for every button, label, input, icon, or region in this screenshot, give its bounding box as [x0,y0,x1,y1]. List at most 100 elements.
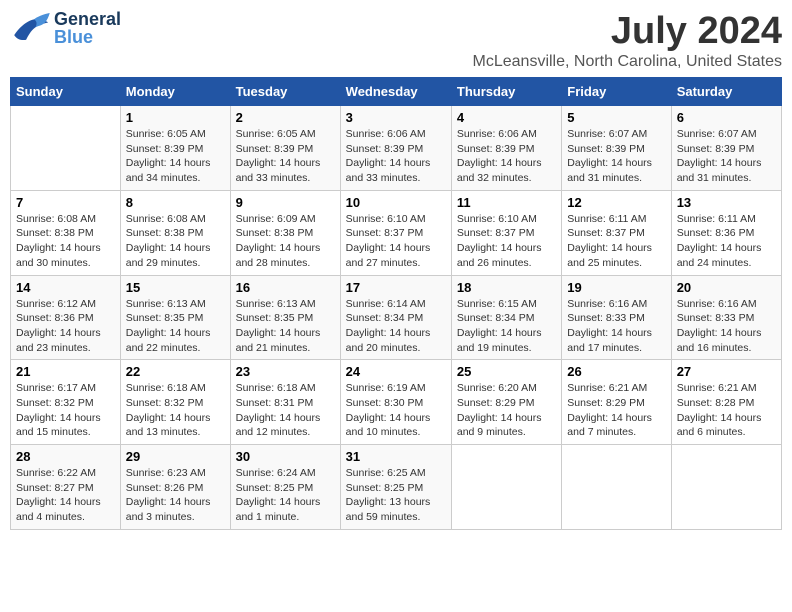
day-number: 12 [567,195,665,210]
calendar-cell: 26 Sunrise: 6:21 AM Sunset: 8:29 PM Dayli… [562,360,671,445]
day-info: Sunrise: 6:10 AM Sunset: 8:37 PM Dayligh… [346,212,446,271]
day-info: Sunrise: 6:16 AM Sunset: 8:33 PM Dayligh… [567,297,665,356]
day-number: 17 [346,280,446,295]
calendar-cell: 16Sunrise: 6:13 AM Sunset: 8:35 PM Dayli… [230,275,340,360]
calendar-cell: 7Sunrise: 6:08 AM Sunset: 8:38 PM Daylig… [11,190,121,275]
calendar-cell: 8 Sunrise: 6:08 AM Sunset: 8:38 PM Daylig… [120,190,230,275]
calendar-cell: 12 Sunrise: 6:11 AM Sunset: 8:37 PM Dayli… [562,190,671,275]
logo-blue-text: Blue [54,28,121,46]
day-number: 13 [677,195,776,210]
calendar-cell: 10Sunrise: 6:10 AM Sunset: 8:37 PM Dayli… [340,190,451,275]
calendar-week-5: 28 Sunrise: 6:22 AM Sunset: 8:27 PM Dayli… [11,445,782,530]
calendar-cell: 2Sunrise: 6:05 AM Sunset: 8:39 PM Daylig… [230,106,340,191]
calendar-cell: 9Sunrise: 6:09 AM Sunset: 8:38 PM Daylig… [230,190,340,275]
day-number: 18 [457,280,556,295]
calendar-table: SundayMondayTuesdayWednesdayThursdayFrid… [10,77,782,530]
day-info: Sunrise: 6:06 AM Sunset: 8:39 PM Dayligh… [346,127,446,186]
day-number: 11 [457,195,556,210]
day-info: Sunrise: 6:17 AM Sunset: 8:32 PM Dayligh… [16,381,115,440]
day-number: 20 [677,280,776,295]
calendar-cell: 19Sunrise: 6:16 AM Sunset: 8:33 PM Dayli… [562,275,671,360]
weekday-header-tuesday: Tuesday [230,78,340,106]
weekday-header-thursday: Thursday [451,78,561,106]
calendar-cell: 13 Sunrise: 6:11 AM Sunset: 8:36 PM Dayli… [671,190,781,275]
calendar-cell: 31 Sunrise: 6:25 AM Sunset: 8:25 PM Dayli… [340,445,451,530]
day-number: 4 [457,110,556,125]
day-number: 14 [16,280,115,295]
day-number: 21 [16,364,115,379]
calendar-cell: 15 Sunrise: 6:13 AM Sunset: 8:35 PM Dayli… [120,275,230,360]
day-info: Sunrise: 6:05 AM Sunset: 8:39 PM Dayligh… [236,127,335,186]
day-number: 26 [567,364,665,379]
day-number: 3 [346,110,446,125]
day-number: 15 [126,280,225,295]
calendar-cell: 28 Sunrise: 6:22 AM Sunset: 8:27 PM Dayli… [11,445,121,530]
weekday-header-wednesday: Wednesday [340,78,451,106]
calendar-cell: 17Sunrise: 6:14 AM Sunset: 8:34 PM Dayli… [340,275,451,360]
calendar-cell: 30 Sunrise: 6:24 AM Sunset: 8:25 PM Dayli… [230,445,340,530]
day-number: 27 [677,364,776,379]
day-info: Sunrise: 6:13 AM Sunset: 8:35 PM Dayligh… [236,297,335,356]
day-info: Sunrise: 6:21 AM Sunset: 8:29 PM Dayligh… [567,381,665,440]
calendar-cell [671,445,781,530]
day-number: 31 [346,449,446,464]
weekday-header-row: SundayMondayTuesdayWednesdayThursdayFrid… [11,78,782,106]
calendar-header: SundayMondayTuesdayWednesdayThursdayFrid… [11,78,782,106]
calendar-cell: 21 Sunrise: 6:17 AM Sunset: 8:32 PM Dayli… [11,360,121,445]
day-info: Sunrise: 6:11 AM Sunset: 8:37 PM Dayligh… [567,212,665,271]
day-info: Sunrise: 6:24 AM Sunset: 8:25 PM Dayligh… [236,466,335,525]
logo-bird-icon [10,13,50,43]
calendar-cell: 24 Sunrise: 6:19 AM Sunset: 8:30 PM Dayli… [340,360,451,445]
calendar-cell: 6Sunrise: 6:07 AM Sunset: 8:39 PM Daylig… [671,106,781,191]
day-number: 8 [126,195,225,210]
calendar-cell: 20 Sunrise: 6:16 AM Sunset: 8:33 PM Dayli… [671,275,781,360]
calendar-cell: 27 Sunrise: 6:21 AM Sunset: 8:28 PM Dayli… [671,360,781,445]
logo: General Blue [10,10,121,46]
calendar-cell [562,445,671,530]
calendar-cell: 4 Sunrise: 6:06 AM Sunset: 8:39 PM Daylig… [451,106,561,191]
logo-general-text: General [54,10,121,28]
calendar-cell: 14Sunrise: 6:12 AM Sunset: 8:36 PM Dayli… [11,275,121,360]
day-number: 30 [236,449,335,464]
weekday-header-monday: Monday [120,78,230,106]
calendar-week-4: 21 Sunrise: 6:17 AM Sunset: 8:32 PM Dayli… [11,360,782,445]
calendar-cell [11,106,121,191]
calendar-week-2: 7 Sunrise: 6:08 AM Sunset: 8:38 PM Daylig… [11,190,782,275]
day-info: Sunrise: 6:23 AM Sunset: 8:26 PM Dayligh… [126,466,225,525]
day-number: 24 [346,364,446,379]
day-info: Sunrise: 6:22 AM Sunset: 8:27 PM Dayligh… [16,466,115,525]
day-info: Sunrise: 6:09 AM Sunset: 8:38 PM Dayligh… [236,212,335,271]
day-number: 25 [457,364,556,379]
title-area: July 2024 McLeansville, North Carolina, … [473,10,782,71]
day-number: 29 [126,449,225,464]
day-info: Sunrise: 6:08 AM Sunset: 8:38 PM Dayligh… [126,212,225,271]
calendar-week-1: 1Sunrise: 6:05 AM Sunset: 8:39 PM Daylig… [11,106,782,191]
logo-text: General Blue [54,10,121,46]
day-info: Sunrise: 6:07 AM Sunset: 8:39 PM Dayligh… [567,127,665,186]
weekday-header-saturday: Saturday [671,78,781,106]
day-number: 5 [567,110,665,125]
calendar-cell [451,445,561,530]
day-info: Sunrise: 6:10 AM Sunset: 8:37 PM Dayligh… [457,212,556,271]
day-info: Sunrise: 6:25 AM Sunset: 8:25 PM Dayligh… [346,466,446,525]
day-info: Sunrise: 6:06 AM Sunset: 8:39 PM Dayligh… [457,127,556,186]
day-info: Sunrise: 6:18 AM Sunset: 8:32 PM Dayligh… [126,381,225,440]
weekday-header-sunday: Sunday [11,78,121,106]
calendar-cell: 3 Sunrise: 6:06 AM Sunset: 8:39 PM Daylig… [340,106,451,191]
day-info: Sunrise: 6:19 AM Sunset: 8:30 PM Dayligh… [346,381,446,440]
calendar-cell: 25 Sunrise: 6:20 AM Sunset: 8:29 PM Dayli… [451,360,561,445]
day-info: Sunrise: 6:16 AM Sunset: 8:33 PM Dayligh… [677,297,776,356]
calendar-body: 1Sunrise: 6:05 AM Sunset: 8:39 PM Daylig… [11,106,782,530]
day-number: 22 [126,364,225,379]
month-title: July 2024 [473,10,782,53]
day-number: 7 [16,195,115,210]
weekday-header-friday: Friday [562,78,671,106]
day-info: Sunrise: 6:11 AM Sunset: 8:36 PM Dayligh… [677,212,776,271]
day-info: Sunrise: 6:20 AM Sunset: 8:29 PM Dayligh… [457,381,556,440]
day-info: Sunrise: 6:21 AM Sunset: 8:28 PM Dayligh… [677,381,776,440]
day-number: 23 [236,364,335,379]
day-number: 28 [16,449,115,464]
calendar-cell: 5 Sunrise: 6:07 AM Sunset: 8:39 PM Daylig… [562,106,671,191]
calendar-week-3: 14Sunrise: 6:12 AM Sunset: 8:36 PM Dayli… [11,275,782,360]
day-info: Sunrise: 6:13 AM Sunset: 8:35 PM Dayligh… [126,297,225,356]
